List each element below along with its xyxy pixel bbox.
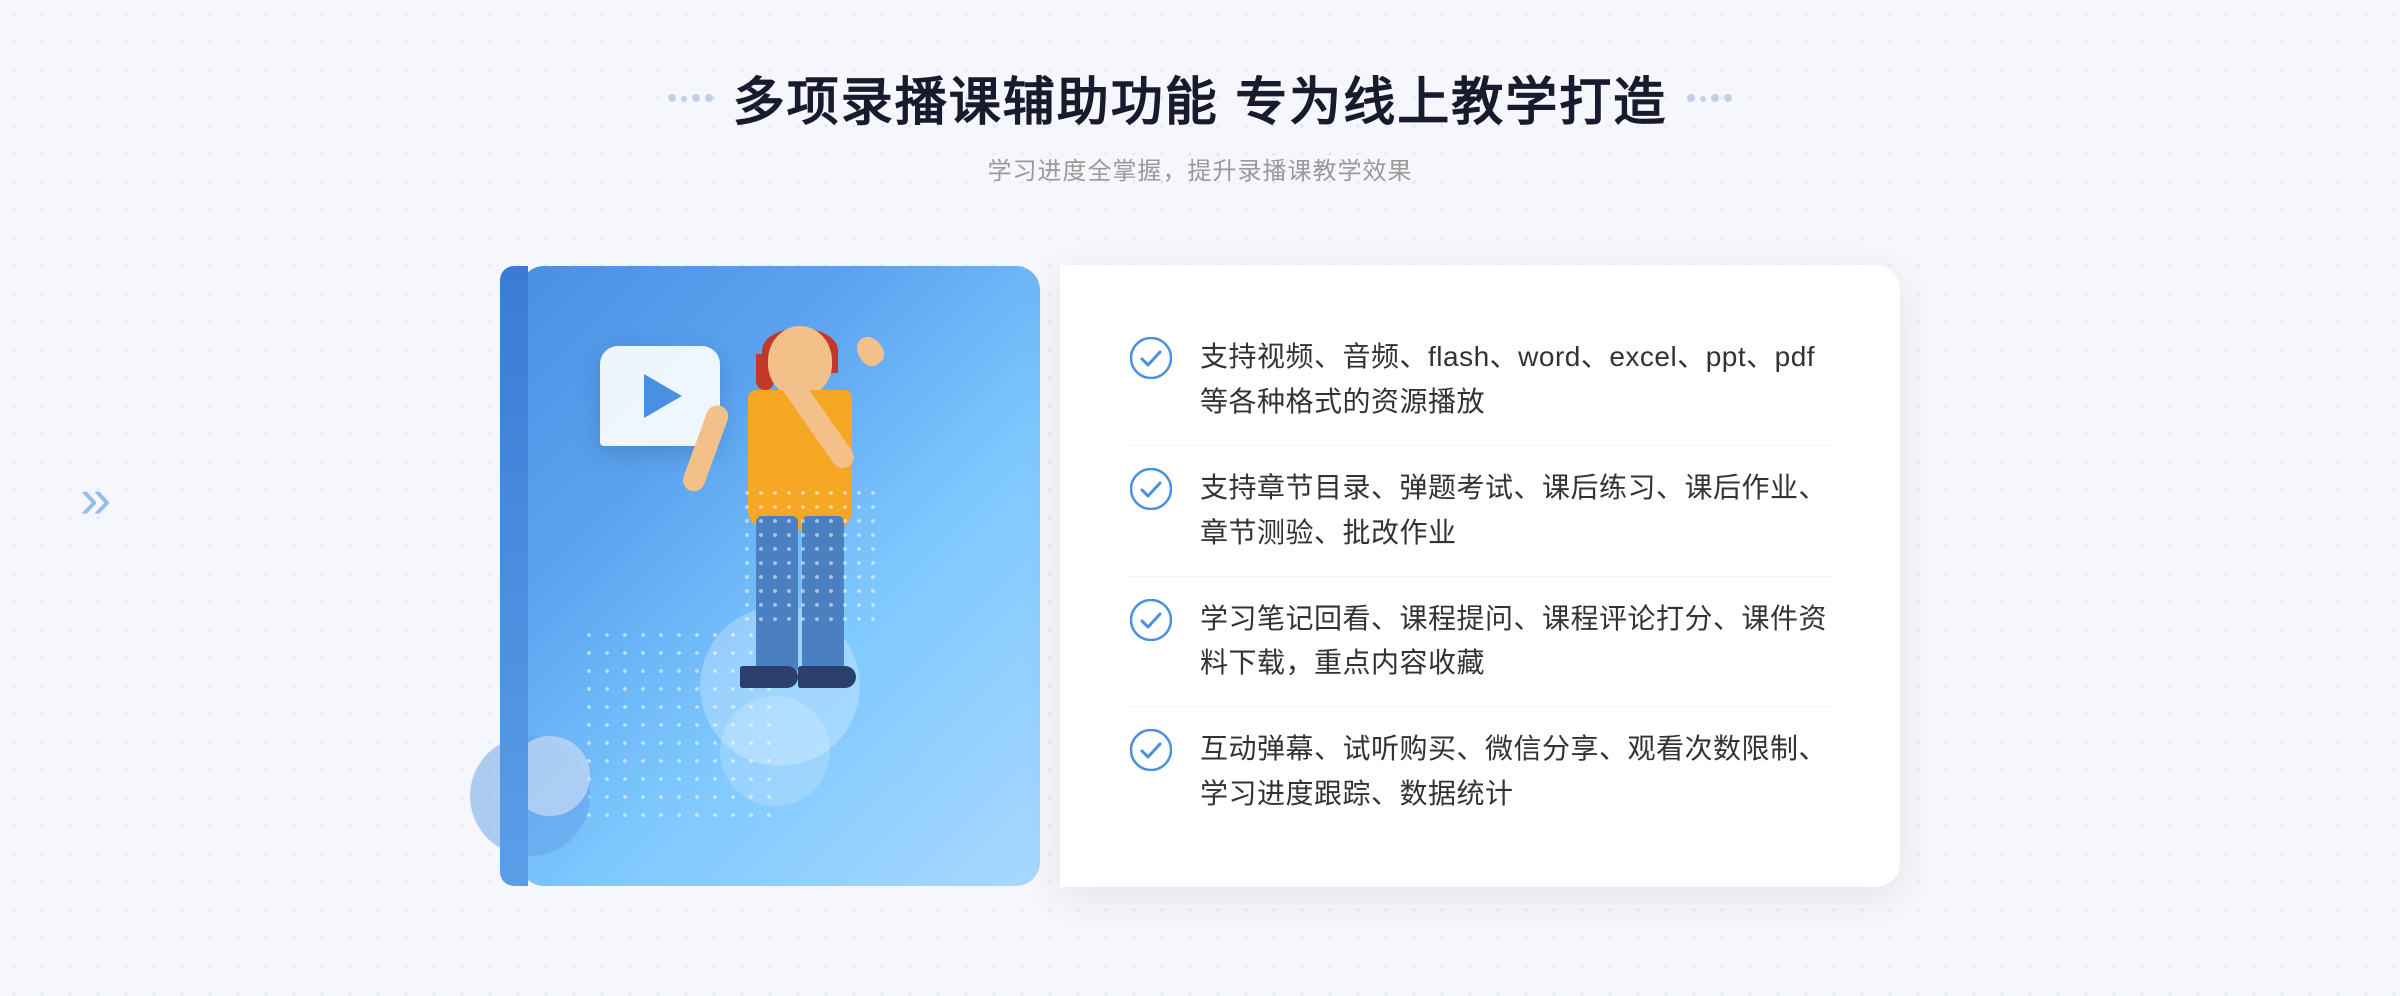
check-icon-1 (1130, 337, 1172, 379)
title-dots-left (668, 94, 713, 102)
dot-7 (1711, 94, 1719, 102)
features-card: 支持视频、音频、flash、word、excel、ppt、pdf等各种格式的资源… (1060, 265, 1900, 886)
dot-6 (1700, 96, 1706, 102)
chevron-icon: » (80, 467, 111, 530)
dot-3 (692, 94, 700, 102)
feature-item-2: 支持章节目录、弹题考试、课后练习、课后作业、章节测验、批改作业 (1130, 446, 1830, 577)
header-section: 多项录播课辅助功能 专为线上教学打造 学习进度全掌握，提升录播课教学效果 (668, 60, 1732, 186)
dot-1 (668, 94, 676, 102)
grid-decoration (740, 486, 880, 626)
check-icon-2 (1130, 468, 1172, 510)
dot-5 (1687, 94, 1695, 102)
check-icon-4 (1130, 729, 1172, 771)
feature-text-2: 支持章节目录、弹题考试、课后练习、课后作业、章节测验、批改作业 (1200, 466, 1830, 556)
main-title: 多项录播课辅助功能 专为线上教学打造 (733, 60, 1667, 135)
feature-item-3: 学习笔记回看、课程提问、课程评论打分、课件资料下载，重点内容收藏 (1130, 577, 1830, 708)
page-container: » 多项录播课辅助功能 专为线上教学打造 学习进度全掌握，提升录播课教学效果 (0, 0, 2400, 996)
feature-text-3: 学习笔记回看、课程提问、课程评论打分、课件资料下载，重点内容收藏 (1200, 597, 1830, 687)
person-arm-left (680, 402, 731, 494)
person-shoe-left (740, 666, 798, 688)
dot-4 (705, 94, 713, 102)
title-dots-right (1687, 94, 1732, 102)
left-chevron-decoration: » (80, 466, 111, 531)
person-hand-right (852, 332, 889, 370)
check-icon-3 (1130, 599, 1172, 641)
subtitle: 学习进度全掌握，提升录播课教学效果 (668, 151, 1732, 186)
blue-accent-bar (500, 266, 528, 886)
content-section: 支持视频、音频、flash、word、excel、ppt、pdf等各种格式的资源… (500, 236, 1900, 916)
illustration-background (520, 266, 1040, 886)
title-row: 多项录播课辅助功能 专为线上教学打造 (668, 60, 1732, 135)
person-shoe-right (798, 666, 856, 688)
feature-text-4: 互动弹幕、试听购买、微信分享、观看次数限制、学习进度跟踪、数据统计 (1200, 727, 1830, 817)
dot-8 (1724, 94, 1732, 102)
feature-text-1: 支持视频、音频、flash、word、excel、ppt、pdf等各种格式的资源… (1200, 335, 1830, 425)
feature-item-1: 支持视频、音频、flash、word、excel、ppt、pdf等各种格式的资源… (1130, 315, 1830, 446)
illustration-area (500, 236, 1060, 916)
feature-item-4: 互动弹幕、试听购买、微信分享、观看次数限制、学习进度跟踪、数据统计 (1130, 707, 1830, 837)
dot-2 (681, 96, 687, 102)
